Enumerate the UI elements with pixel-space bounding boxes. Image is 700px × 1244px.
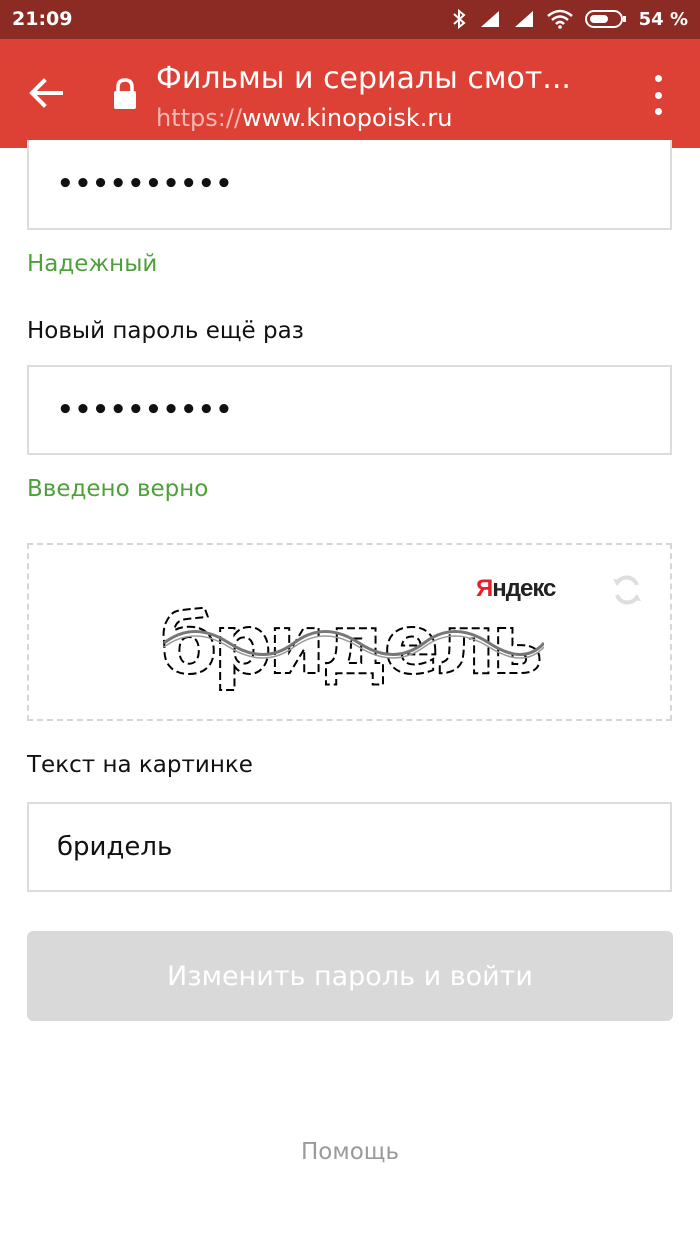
captcha-input-value: бридель [57,832,173,862]
captcha-label: Текст на картинке [27,752,253,778]
browser-toolbar: Фильмы и сериалы смот... https://www.kin… [0,39,700,148]
help-link[interactable]: Помощь [0,1137,700,1167]
repeat-password-field[interactable]: •••••••••• [27,365,672,455]
new-password-value: •••••••••• [57,169,234,199]
captcha-input[interactable]: бридель [27,802,672,892]
battery-percent: 54 % [638,8,688,30]
back-button[interactable] [20,67,72,119]
more-vert-icon-dot [654,108,662,115]
lock-icon[interactable] [110,77,140,111]
bluetooth-icon [452,8,466,30]
wifi-icon [546,9,573,29]
more-vert-icon-dot [654,91,662,99]
signal-icon [480,11,499,27]
page-url[interactable]: https://www.kinopoisk.ru [156,103,453,133]
password-strength-hint: Надежный [27,251,158,277]
signal-icon-2 [514,11,533,27]
refresh-icon[interactable] [610,573,644,607]
url-scheme: https:// [156,104,243,132]
status-bar: 21:09 54 % [0,0,700,39]
status-icons: 54 % [451,6,688,32]
menu-button[interactable] [644,75,672,115]
more-vert-icon-dot [654,75,662,82]
repeat-password-value: •••••••••• [57,395,234,425]
captcha-image-text: бридель [160,598,540,693]
url-host: www.kinopoisk.ru [242,104,453,132]
battery-icon [584,10,626,28]
change-password-button[interactable]: Изменить пароль и войти [27,931,673,1021]
new-password-field[interactable]: •••••••••• [27,140,672,230]
page-title[interactable]: Фильмы и сериалы смот... [156,59,616,99]
repeat-password-label: Новый пароль ещё раз [27,318,304,344]
arrow-back-icon [29,78,63,108]
password-match-hint: Введено верно [27,476,209,502]
captcha-image: бридель [159,597,544,694]
captcha-box: Яндекс бридель [27,543,672,721]
status-time: 21:09 [12,8,73,30]
